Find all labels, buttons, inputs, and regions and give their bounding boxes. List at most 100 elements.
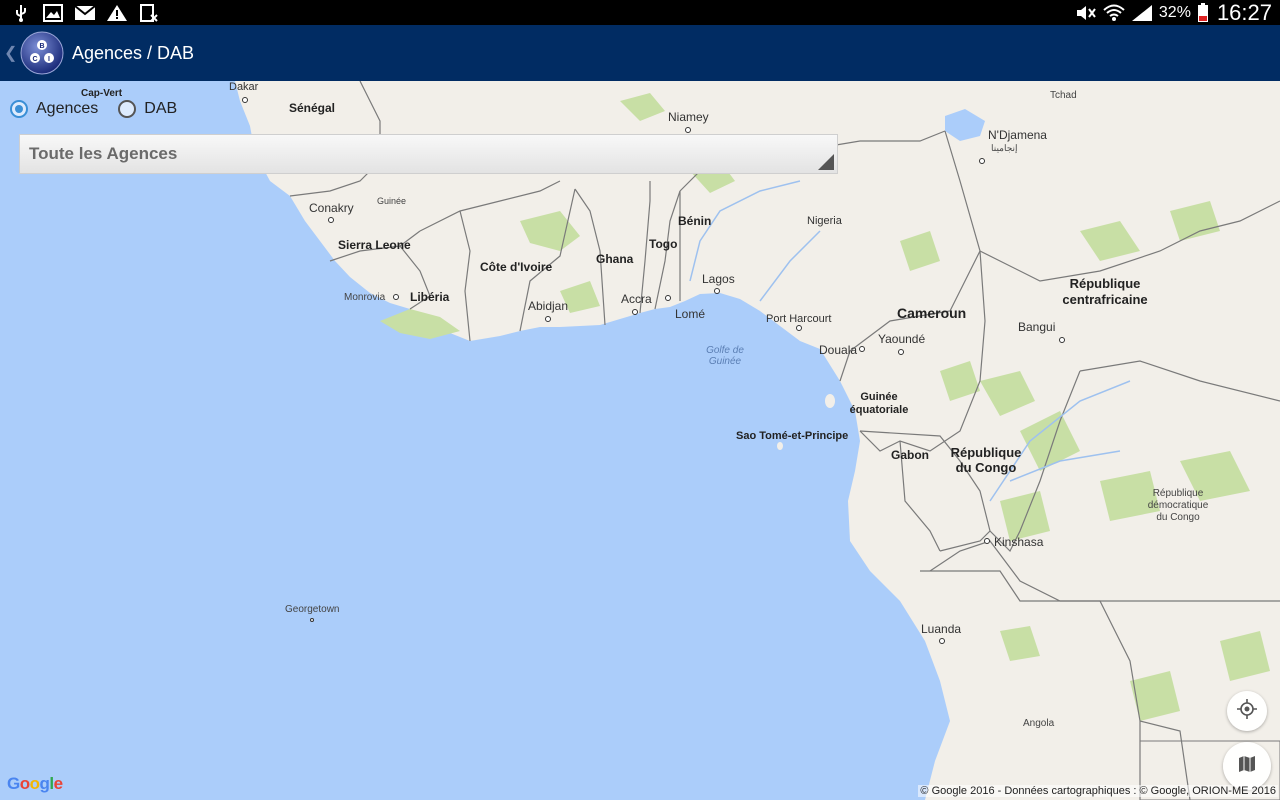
google-logo-o1: o	[19, 774, 30, 793]
filter-radio-group: Agences DAB	[10, 100, 197, 118]
google-logo-o2: o	[29, 774, 40, 793]
radio-dab-label[interactable]: DAB	[144, 100, 177, 118]
app-logo[interactable]: B C I	[20, 31, 64, 75]
city-dot-monrovia	[393, 294, 399, 300]
map-label-sierra-leone: Sierra Leone	[338, 238, 411, 252]
city-dot-lome	[665, 295, 671, 301]
city-dot-bangui	[1059, 337, 1065, 343]
logo-letter-c: C	[32, 56, 37, 63]
golfe-line2: Guinée	[708, 356, 742, 367]
map-label-gabon: Gabon	[891, 448, 929, 462]
rep-congo-line1: République	[950, 445, 1022, 460]
map-label-sao-tome: Sao Tomé-et-Principe	[736, 430, 849, 442]
map-label-georgetown: Georgetown	[285, 604, 340, 615]
map-label-lome: Lomé	[675, 307, 706, 321]
map-type-button[interactable]	[1223, 742, 1271, 790]
map-copyright: © Google 2016 - Données cartographiques …	[918, 785, 1278, 797]
logo-letter-i: I	[48, 56, 50, 63]
status-bar: 32% 16:27	[0, 0, 1280, 25]
back-chevron-icon[interactable]: ❮	[4, 43, 17, 63]
map-label-senegal: Sénégal	[289, 101, 336, 115]
map-label-rca: République centrafricaine	[1055, 276, 1155, 308]
my-location-button[interactable]	[1227, 691, 1267, 731]
city-dot-yaounde	[898, 349, 904, 355]
gallery-icon	[42, 3, 64, 22]
city-dot-dakar	[242, 97, 248, 103]
city-dot-accra	[632, 309, 638, 315]
radio-agences-indicator[interactable]	[10, 100, 28, 118]
map-label-accra: Accra	[621, 292, 652, 306]
city-dot-lagos	[714, 288, 720, 294]
my-location-icon	[1237, 698, 1257, 724]
map-label-niamey: Niamey	[668, 110, 709, 124]
usb-icon	[10, 4, 32, 22]
spinner-dropdown-icon	[818, 154, 834, 170]
map-layers-icon	[1237, 754, 1257, 779]
warning-icon	[106, 4, 128, 22]
map-label-cameroun: Cameroun	[897, 305, 967, 321]
map-label-rdc: République démocratique du Congo	[1138, 488, 1218, 524]
map-view[interactable]: Cap-Vert Dakar Sénégal Niamey Tchad N'Dj…	[0, 81, 1280, 800]
city-dot-conakry	[328, 217, 334, 223]
rdc-line3: du Congo	[1156, 512, 1200, 523]
map-label-conakry: Conakry	[309, 201, 354, 215]
google-logo-g2: g	[39, 774, 50, 793]
map-label-bangui: Bangui	[1018, 320, 1056, 334]
city-dot-niamey	[685, 127, 691, 133]
map-label-golfe-de-guinee: Golfe de Guinée	[700, 345, 750, 367]
battery-percent: 32%	[1158, 3, 1191, 21]
map-label-liberia: Libéria	[410, 290, 450, 304]
city-dot-douala	[859, 346, 865, 352]
city-dot-luanda	[939, 638, 945, 644]
google-logo-e: e	[53, 774, 63, 793]
signal-icon	[1131, 4, 1153, 22]
map-label-ndjamena-ar: إنجامينا	[991, 143, 1018, 153]
guinee-eq-line1: Guinée	[860, 391, 898, 403]
map-label-kinshasa: Kinshasa	[994, 535, 1044, 549]
mute-icon	[1075, 4, 1097, 22]
rep-congo-line2: du Congo	[955, 460, 1017, 475]
map-label-abidjan: Abidjan	[528, 299, 569, 313]
map-label-monrovia: Monrovia	[344, 292, 386, 303]
map-label-port-harcourt: Port Harcourt	[766, 313, 832, 325]
map-label-guinee-equatoriale: Guinée équatoriale	[845, 391, 913, 417]
battery-icon	[1197, 2, 1209, 22]
radio-dab[interactable]: DAB	[118, 100, 177, 118]
logo-letter-b: B	[39, 43, 44, 50]
google-logo-g: G	[7, 774, 20, 793]
action-bar: ❮ B C I Agences / DAB	[0, 25, 1280, 81]
city-dot-ndjamena	[979, 158, 985, 164]
google-logo: Google	[7, 774, 63, 794]
spinner-selected-value: Toute les Agences	[29, 144, 178, 163]
map-label-yaounde: Yaoundé	[878, 332, 926, 346]
guinee-eq-line2: équatoriale	[849, 404, 909, 416]
map-label-ghana: Ghana	[596, 252, 634, 266]
radio-agences[interactable]: Agences	[10, 100, 98, 118]
wifi-icon	[1103, 4, 1125, 22]
map-label-guinee: Guinée	[377, 196, 407, 206]
radio-agences-label[interactable]: Agences	[36, 100, 98, 118]
golfe-line1: Golfe de	[706, 345, 744, 356]
rca-line2: centrafricaine	[1062, 292, 1148, 307]
map-label-douala: Douala	[819, 343, 858, 357]
radio-dab-indicator[interactable]	[118, 100, 137, 118]
map-label-togo: Togo	[649, 237, 678, 251]
gmail-icon	[74, 4, 96, 22]
page-title: Agences / DAB	[72, 42, 195, 63]
no-sim-icon	[138, 3, 160, 22]
map-label-cap-vert: Cap-Vert	[81, 88, 123, 99]
city-dot-abidjan	[545, 316, 551, 322]
rca-line1: République	[1069, 276, 1141, 291]
rdc-line2: démocratique	[1147, 500, 1209, 511]
map-label-luanda: Luanda	[921, 622, 962, 636]
city-dot-port-harcourt	[796, 325, 802, 331]
city-dot-georgetown	[310, 618, 314, 622]
map-label-dakar: Dakar	[229, 81, 259, 93]
map-label-benin: Bénin	[678, 214, 712, 228]
map-label-nigeria: Nigeria	[807, 215, 842, 227]
city-dot-kinshasa	[984, 538, 990, 544]
map-label-tchad: Tchad	[1050, 90, 1077, 101]
map-base	[0, 81, 1280, 800]
agency-spinner[interactable]: Toute les Agences	[19, 134, 838, 174]
map-label-lagos: Lagos	[702, 272, 735, 286]
